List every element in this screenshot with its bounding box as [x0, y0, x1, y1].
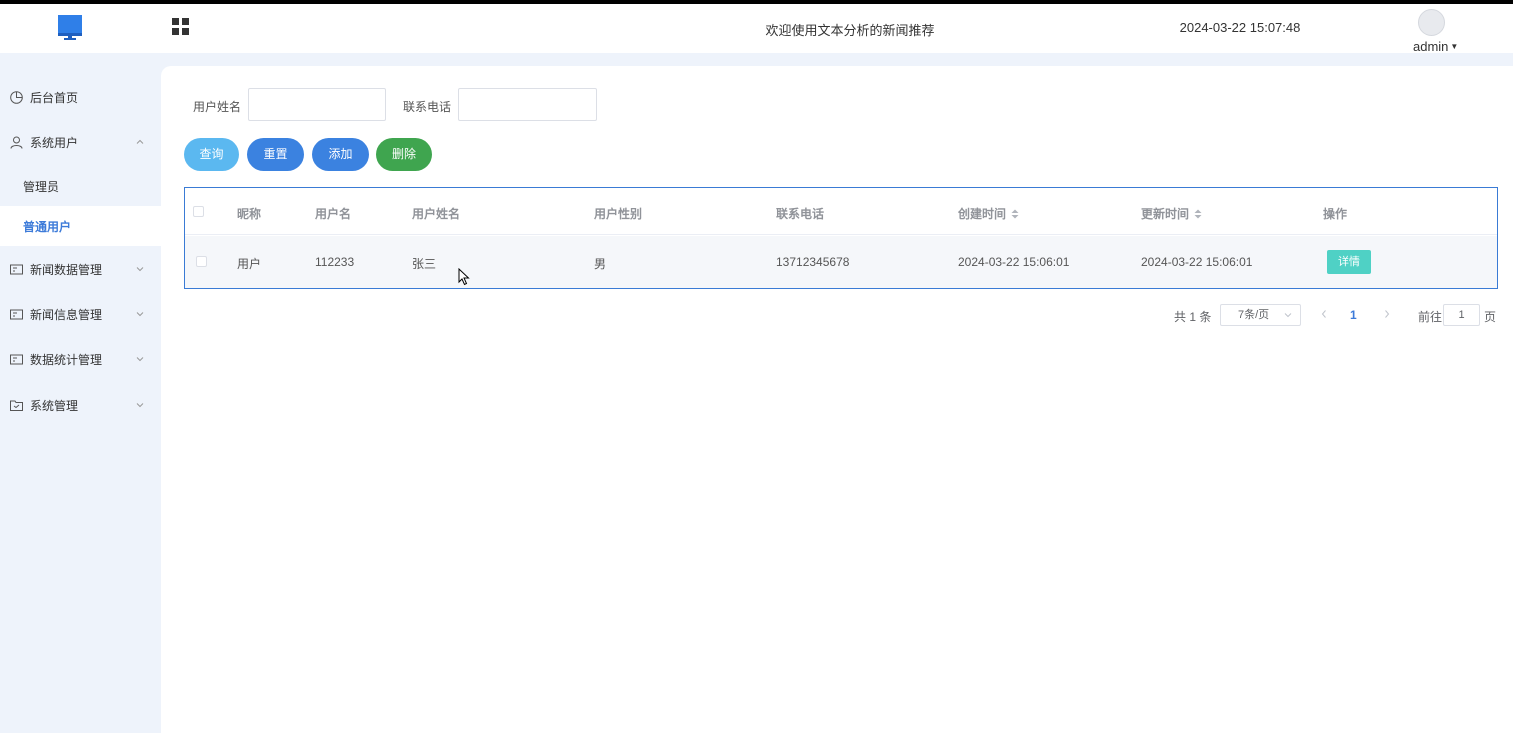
column-header: 昵称	[237, 207, 262, 221]
grid-menu-icon[interactable]	[172, 18, 190, 36]
goto-page-input[interactable]	[1443, 304, 1480, 326]
sort-icon[interactable]	[1194, 209, 1202, 219]
top-bar: 欢迎使用文本分析的新闻推荐 2024-03-22 15:07:48 admin ▼	[0, 0, 1513, 54]
name-search-input[interactable]	[248, 88, 386, 121]
column-header: 联系电话	[776, 207, 825, 221]
sidebar-subitem-normal-users[interactable]: 普通用户	[0, 206, 161, 246]
page-number-current[interactable]: 1	[1350, 308, 1357, 322]
pagination-total: 共 1 条	[1174, 310, 1212, 324]
cell-username: 112233	[315, 255, 355, 269]
select-all-checkbox[interactable]	[193, 206, 204, 217]
folder-icon	[10, 400, 23, 411]
clock-icon	[10, 90, 23, 104]
page-unit-label: 页	[1484, 310, 1497, 324]
detail-button[interactable]: 详情	[1327, 250, 1371, 274]
site-title: 欢迎使用文本分析的新闻推荐	[765, 23, 935, 38]
page-size-select[interactable]: 7条/页	[1220, 304, 1301, 326]
current-datetime: 2024-03-22 15:07:48	[1179, 20, 1301, 35]
column-header-created-sortable[interactable]: 创建时间	[958, 205, 1019, 222]
cell-created: 2024-03-22 15:06:01	[958, 255, 1070, 269]
cell-updated: 2024-03-22 15:06:01	[1141, 255, 1253, 269]
delete-button[interactable]: 删除	[376, 138, 432, 171]
column-header-label: 更新时间	[1141, 207, 1190, 221]
phone-search-input[interactable]	[458, 88, 597, 121]
sidebar-item-label: 系统用户	[30, 135, 79, 150]
name-field-label: 用户姓名	[193, 100, 242, 114]
table-header: 昵称 用户名 用户姓名 用户性别 联系电话 创建时间 更新时间 操作	[185, 188, 1497, 235]
chevron-down-icon	[136, 312, 144, 317]
sidebar-item-dashboard[interactable]: 后台首页	[0, 77, 161, 117]
card-icon	[10, 354, 23, 364]
sidebar-item-news-data[interactable]: 新闻数据管理	[0, 249, 161, 289]
chevron-down-icon	[136, 267, 144, 272]
cell-gender: 男	[594, 257, 607, 271]
prev-page-icon[interactable]	[1320, 309, 1328, 319]
next-page-icon[interactable]	[1383, 309, 1391, 319]
phone-field-label: 联系电话	[403, 100, 452, 114]
column-header: 用户名	[315, 207, 352, 221]
users-table: 昵称 用户名 用户姓名 用户性别 联系电话 创建时间 更新时间 操作 用户 11…	[184, 187, 1498, 289]
sidebar-subitem-label: 普通用户	[23, 219, 72, 234]
avatar[interactable]	[1418, 9, 1445, 36]
sidebar-subitem-label: 管理员	[23, 179, 60, 194]
card-icon	[10, 309, 23, 319]
chevron-down-icon	[136, 403, 144, 408]
reset-button[interactable]: 重置	[247, 138, 304, 171]
sidebar-item-system-admin[interactable]: 系统管理	[0, 385, 161, 425]
column-header: 用户姓名	[412, 207, 461, 221]
sidebar-item-label: 后台首页	[30, 90, 79, 105]
page-size-value: 7条/页	[1238, 309, 1270, 321]
chevron-down-icon	[1284, 313, 1292, 318]
row-checkbox[interactable]	[196, 256, 207, 267]
username-label: admin	[1413, 39, 1449, 54]
column-header: 用户性别	[594, 207, 643, 221]
card-icon	[10, 264, 23, 274]
user-menu[interactable]: admin ▼	[1413, 39, 1458, 54]
sidebar-item-label: 新闻信息管理	[30, 307, 103, 322]
chevron-down-icon	[136, 357, 144, 362]
sidebar-item-system-users[interactable]: 系统用户	[0, 122, 161, 162]
column-header-label: 创建时间	[958, 207, 1007, 221]
chevron-up-icon	[136, 139, 144, 144]
caret-down-icon: ▼	[1450, 42, 1459, 51]
sidebar-item-news-info[interactable]: 新闻信息管理	[0, 294, 161, 334]
sidebar-item-label: 数据统计管理	[30, 352, 103, 367]
monitor-logo-icon	[58, 15, 82, 40]
cell-nickname: 用户	[237, 257, 262, 271]
sidebar: 后台首页 系统用户 管理员 普通用户 新闻数据管理 新闻信息管理 数据统计管理 …	[0, 53, 161, 733]
user-icon	[10, 136, 23, 149]
goto-label: 前往	[1418, 310, 1443, 324]
table-row[interactable]: 用户 112233 张三 男 13712345678 2024-03-22 15…	[185, 236, 1497, 288]
sidebar-item-label: 新闻数据管理	[30, 262, 103, 277]
add-button[interactable]: 添加	[312, 138, 369, 171]
sidebar-item-data-stats[interactable]: 数据统计管理	[0, 339, 161, 379]
column-header-updated-sortable[interactable]: 更新时间	[1141, 205, 1202, 222]
sidebar-item-label: 系统管理	[30, 398, 79, 413]
cell-phone: 13712345678	[776, 255, 850, 269]
cell-realname: 张三	[412, 257, 437, 271]
sidebar-subitem-admins[interactable]: 管理员	[0, 166, 161, 206]
column-header: 操作	[1323, 207, 1348, 221]
sort-icon[interactable]	[1011, 209, 1019, 219]
query-button[interactable]: 查询	[184, 138, 239, 171]
